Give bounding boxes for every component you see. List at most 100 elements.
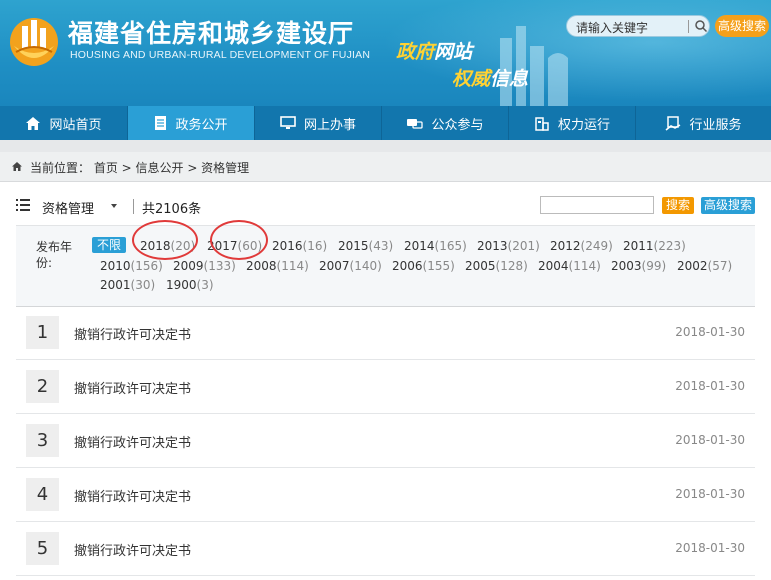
service-icon	[665, 115, 681, 131]
nav-label: 公众参与	[431, 117, 484, 133]
year-filter-2004[interactable]: 2004(114)	[538, 258, 601, 274]
search-button[interactable]: 搜索	[662, 197, 694, 214]
year-filter-2011[interactable]: 2011(223)	[623, 238, 686, 254]
list-item[interactable]: 4 撤销行政许可决定书 2018-01-30	[16, 468, 755, 522]
year-count: (30)	[130, 278, 156, 292]
year-filter-label: 发布年份:	[36, 240, 73, 270]
item-title-link[interactable]: 撤销行政许可决定书	[74, 486, 191, 505]
breadcrumb-text[interactable]: 当前位置： 首页 > 信息公开 > 资格管理	[30, 159, 249, 176]
home-icon	[12, 162, 22, 171]
year-count: (223)	[653, 239, 686, 253]
year-filter-2010[interactable]: 2010(156)	[100, 258, 163, 274]
nav-item-home[interactable]: 网站首页	[0, 106, 128, 140]
site-title[interactable]: 福建省住房和城乡建设厅	[68, 14, 354, 50]
slogan-word: 网站	[434, 41, 473, 63]
advanced-search-button[interactable]: 高级搜索	[701, 197, 755, 214]
year-value: 2012	[550, 239, 581, 253]
year-filter-2016[interactable]: 2016(16)	[272, 238, 327, 254]
year-value: 2014	[404, 239, 435, 253]
slogan-word: 信息	[490, 68, 529, 90]
landmark-building-graphic	[500, 26, 568, 106]
year-value: 2008	[246, 259, 277, 273]
item-date: 2018-01-30	[675, 325, 745, 339]
year-count: (156)	[130, 259, 163, 273]
year-value: 2003	[611, 259, 642, 273]
year-count: (165)	[434, 239, 467, 253]
year-value: 2001	[100, 278, 131, 292]
chevron-down-icon[interactable]	[111, 204, 117, 208]
item-date: 2018-01-30	[675, 487, 745, 501]
year-value: 2013	[477, 239, 508, 253]
nav-item-industry-services[interactable]: 行业服务	[636, 106, 771, 140]
nav-item-online-services[interactable]: 网上办事	[255, 106, 382, 140]
year-filter-2005[interactable]: 2005(128)	[465, 258, 528, 274]
main-nav: 网站首页 政务公开 网上办事 公众参与 权力运行 行业服务	[0, 106, 771, 140]
search-icon[interactable]	[694, 19, 708, 33]
provincial-emblem-logo	[10, 18, 58, 66]
year-filter-2013[interactable]: 2013(201)	[477, 238, 540, 254]
list-item[interactable]: 5 撤销行政许可决定书 2018-01-30	[16, 522, 755, 576]
year-value: 2015	[338, 239, 369, 253]
year-filter-2003[interactable]: 2003(99)	[611, 258, 666, 274]
year-filter-2012[interactable]: 2012(249)	[550, 238, 613, 254]
year-value: 2004	[538, 259, 569, 273]
result-count: 共2106条	[142, 202, 202, 217]
breadcrumb: 当前位置： 首页 > 信息公开 > 资格管理	[0, 152, 771, 182]
site-subtitle: HOUSING AND URBAN-RURAL DEVELOPMENT OF F…	[70, 49, 371, 61]
item-number: 3	[26, 424, 59, 457]
chat-icon	[407, 118, 424, 129]
item-number: 2	[26, 370, 59, 403]
item-title-link[interactable]: 撤销行政许可决定书	[74, 432, 191, 451]
year-filter-2006[interactable]: 2006(155)	[392, 258, 455, 274]
year-filter-2008[interactable]: 2008(114)	[246, 258, 309, 274]
header-advanced-search-button[interactable]: 高级搜索	[715, 15, 769, 37]
year-filter-1900[interactable]: 1900(3)	[166, 277, 214, 293]
item-number: 1	[26, 316, 59, 349]
list-item[interactable]: 2 撤销行政许可决定书 2018-01-30	[16, 360, 755, 414]
year-filter-unlimited[interactable]: 不限	[92, 237, 127, 253]
nav-item-power-operation[interactable]: 权力运行	[509, 106, 636, 140]
year-value: 2009	[173, 259, 204, 273]
document-icon	[155, 116, 167, 130]
item-title-link[interactable]: 撤销行政许可决定书	[74, 540, 191, 559]
year-count: (114)	[276, 259, 309, 273]
year-value: 2002	[677, 259, 708, 273]
item-date: 2018-01-30	[675, 433, 745, 447]
year-count: (114)	[568, 259, 601, 273]
year-value: 2010	[100, 259, 131, 273]
nav-item-public-participation[interactable]: 公众参与	[382, 106, 509, 140]
slogan-word: 权威	[452, 68, 491, 90]
keyword-search-input[interactable]	[540, 196, 654, 214]
item-number: 5	[26, 532, 59, 565]
year-count: (3)	[196, 278, 214, 292]
year-value: 2011	[623, 239, 654, 253]
nav-label: 权力运行	[557, 117, 610, 133]
year-filter-2002[interactable]: 2002(57)	[677, 258, 732, 274]
item-number: 4	[26, 478, 59, 511]
list-item[interactable]: 3 撤销行政许可决定书 2018-01-30	[16, 414, 755, 468]
year-filter-2009[interactable]: 2009(133)	[173, 258, 236, 274]
year-filter-2001[interactable]: 2001(30)	[100, 277, 155, 293]
header-search-input[interactable]: 请输入关键字	[566, 15, 710, 37]
highlight-circle-2017	[210, 220, 268, 260]
year-filter-2015[interactable]: 2015(43)	[338, 238, 393, 254]
year-count: (155)	[422, 259, 455, 273]
year-count: (128)	[495, 259, 528, 273]
nav-label: 网站首页	[49, 117, 102, 133]
item-date: 2018-01-30	[675, 379, 745, 393]
year-count: (99)	[641, 259, 667, 273]
slogan-word: 政府	[396, 41, 435, 63]
category-dropdown[interactable]: 资格管理	[42, 198, 94, 217]
item-title-link[interactable]: 撤销行政许可决定书	[74, 324, 191, 343]
nav-label: 政务公开	[175, 117, 228, 133]
item-title-link[interactable]: 撤销行政许可决定书	[74, 378, 191, 397]
nav-item-government-affairs[interactable]: 政务公开	[128, 106, 255, 140]
divider	[688, 20, 689, 33]
year-value: 2005	[465, 259, 496, 273]
home-icon	[26, 116, 41, 130]
year-filter-2014[interactable]: 2014(165)	[404, 238, 467, 254]
nav-label: 行业服务	[689, 117, 742, 133]
year-filter-2007[interactable]: 2007(140)	[319, 258, 382, 274]
list-item[interactable]: 1 撤销行政许可决定书 2018-01-30	[16, 306, 755, 360]
slogan-line-1: 政府网站	[396, 37, 472, 64]
